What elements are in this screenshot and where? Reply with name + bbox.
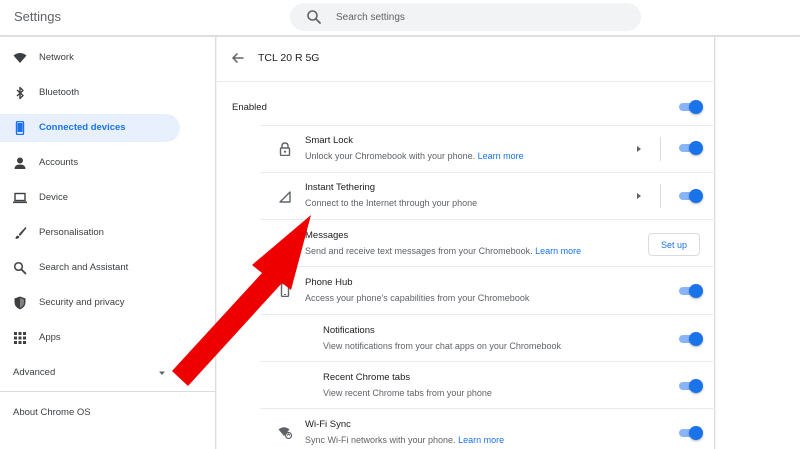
feature-title: Instant Tethering <box>305 182 376 193</box>
notifications-toggle[interactable] <box>679 332 703 346</box>
toggle-knob <box>689 332 703 346</box>
sidebar-item-label: Bluetooth <box>39 87 80 98</box>
feature-subtitle: View recent Chrome tabs from your phone <box>323 388 492 398</box>
feature-subtitle: Connect to the Internet through your pho… <box>305 198 478 208</box>
signal-icon <box>279 191 291 203</box>
feature-row-messages: Messages Send and receive text messages … <box>217 219 715 266</box>
sidebar-item-label: Network <box>39 52 74 63</box>
sidebar-item-label: Personalisation <box>39 227 104 238</box>
search-input[interactable] <box>336 3 626 31</box>
vertical-separator <box>660 137 661 161</box>
sidebar-item-label: Search and Assistant <box>39 262 129 273</box>
feature-title: Phone Hub <box>305 277 353 288</box>
feature-row-smart-lock[interactable]: Smart Lock Unlock your Chromebook with y… <box>217 125 715 172</box>
bluetooth-icon <box>16 86 24 100</box>
recent-chrome-tabs-toggle[interactable] <box>679 379 703 393</box>
learn-more-link[interactable]: Learn more <box>458 435 504 445</box>
instant-tethering-toggle[interactable] <box>679 189 703 203</box>
search-box[interactable] <box>290 3 641 31</box>
messages-setup-button[interactable]: Set up <box>648 233 700 256</box>
search-icon <box>13 261 27 275</box>
arrow-right-icon[interactable] <box>635 192 643 200</box>
sidebar-item-personalisation[interactable]: Personalisation <box>0 219 180 247</box>
feature-subtitle: Unlock your Chromebook with your phone. … <box>305 151 524 161</box>
feature-row-wifi-sync[interactable]: Wi-Fi Sync Sync Wi-Fi networks with your… <box>217 408 715 449</box>
search-icon <box>307 10 321 24</box>
page-title: TCL 20 R 5G <box>258 52 320 64</box>
apps-grid-icon <box>14 332 26 344</box>
toggle-knob <box>689 141 703 155</box>
enabled-toggle[interactable] <box>679 100 703 114</box>
learn-more-link[interactable]: Learn more <box>535 246 581 256</box>
wifi-sync-toggle[interactable] <box>679 426 703 440</box>
sidebar-item-label: Device <box>39 192 69 203</box>
feature-subtitle: Access your phone's capabilities from yo… <box>305 293 530 303</box>
top-bar: Settings <box>0 0 800 36</box>
arrow-right-icon[interactable] <box>635 145 643 153</box>
feature-row-phone-hub[interactable]: Phone Hub Access your phone's capabiliti… <box>217 266 715 313</box>
toggle-knob <box>689 284 703 298</box>
sidebar: Network Bluetooth Connected devices Acco… <box>0 37 216 449</box>
phone-icon <box>280 283 290 297</box>
feature-row-recent-chrome-tabs[interactable]: Recent Chrome tabs View recent Chrome ta… <box>217 361 715 408</box>
feature-subtitle: Send and receive text messages from your… <box>305 246 581 256</box>
phone-icon <box>15 121 25 135</box>
feature-subtitle: View notifications from your chat apps o… <box>323 341 561 351</box>
back-arrow-icon[interactable] <box>231 51 245 65</box>
person-icon <box>14 157 26 169</box>
vertical-separator <box>660 184 661 208</box>
caret-down-icon <box>159 371 165 375</box>
feature-title: Wi-Fi Sync <box>305 419 351 430</box>
sidebar-item-label: Security and privacy <box>39 297 125 308</box>
sidebar-item-label: Accounts <box>39 157 79 168</box>
sidebar-item-connected-devices[interactable]: Connected devices <box>0 114 180 142</box>
toggle-knob <box>689 379 703 393</box>
connected-device-detail-card: TCL 20 R 5G Enabled Smart Lock Unlock yo… <box>217 37 715 449</box>
feature-title: Notifications <box>323 325 375 336</box>
divider <box>217 81 715 82</box>
laptop-icon <box>13 192 27 204</box>
wifi-icon <box>13 53 27 63</box>
learn-more-link[interactable]: Learn more <box>478 151 524 161</box>
feature-subtitle-text: Unlock your Chromebook with your phone. <box>305 151 476 161</box>
sidebar-item-network[interactable]: Network <box>0 44 180 72</box>
toggle-knob <box>689 426 703 440</box>
right-gutter <box>716 37 800 449</box>
toggle-knob <box>689 189 703 203</box>
advanced-expander[interactable]: Advanced <box>0 360 180 384</box>
feature-subtitle-text: Send and receive text messages from your… <box>305 246 533 256</box>
feature-row-notifications[interactable]: Notifications View notifications from yo… <box>217 314 715 361</box>
sidebar-divider <box>0 391 215 392</box>
enabled-label: Enabled <box>232 102 267 113</box>
sidebar-item-label: Apps <box>39 332 61 343</box>
smart-lock-toggle[interactable] <box>679 141 703 155</box>
brush-icon <box>15 227 27 239</box>
phone-hub-toggle[interactable] <box>679 284 703 298</box>
feature-row-instant-tethering[interactable]: Instant Tethering Connect to the Interne… <box>217 172 715 219</box>
feature-title: Smart Lock <box>305 135 354 146</box>
sidebar-item-apps[interactable]: Apps <box>0 324 180 352</box>
feature-subtitle: Sync Wi-Fi networks with your phone. Lea… <box>305 435 504 445</box>
sidebar-item-label: Connected devices <box>39 122 126 133</box>
feature-subtitle-text: Sync Wi-Fi networks with your phone. <box>305 435 456 445</box>
feature-title: Recent Chrome tabs <box>323 372 411 383</box>
lock-icon <box>279 142 291 156</box>
app-title: Settings <box>14 9 61 24</box>
sidebar-item-bluetooth[interactable]: Bluetooth <box>0 79 180 107</box>
sidebar-item-search-and-assistant[interactable]: Search and Assistant <box>0 254 180 282</box>
sidebar-item-security-and-privacy[interactable]: Security and privacy <box>0 289 180 317</box>
shield-icon <box>14 296 26 310</box>
sidebar-item-device[interactable]: Device <box>0 184 180 212</box>
sidebar-item-about-chrome-os[interactable]: About Chrome OS <box>13 407 91 418</box>
wifi-sync-icon <box>278 427 292 439</box>
advanced-label: Advanced <box>13 367 56 378</box>
sidebar-item-accounts[interactable]: Accounts <box>0 149 180 177</box>
feature-title: Messages <box>305 230 349 241</box>
toggle-knob <box>689 100 703 114</box>
